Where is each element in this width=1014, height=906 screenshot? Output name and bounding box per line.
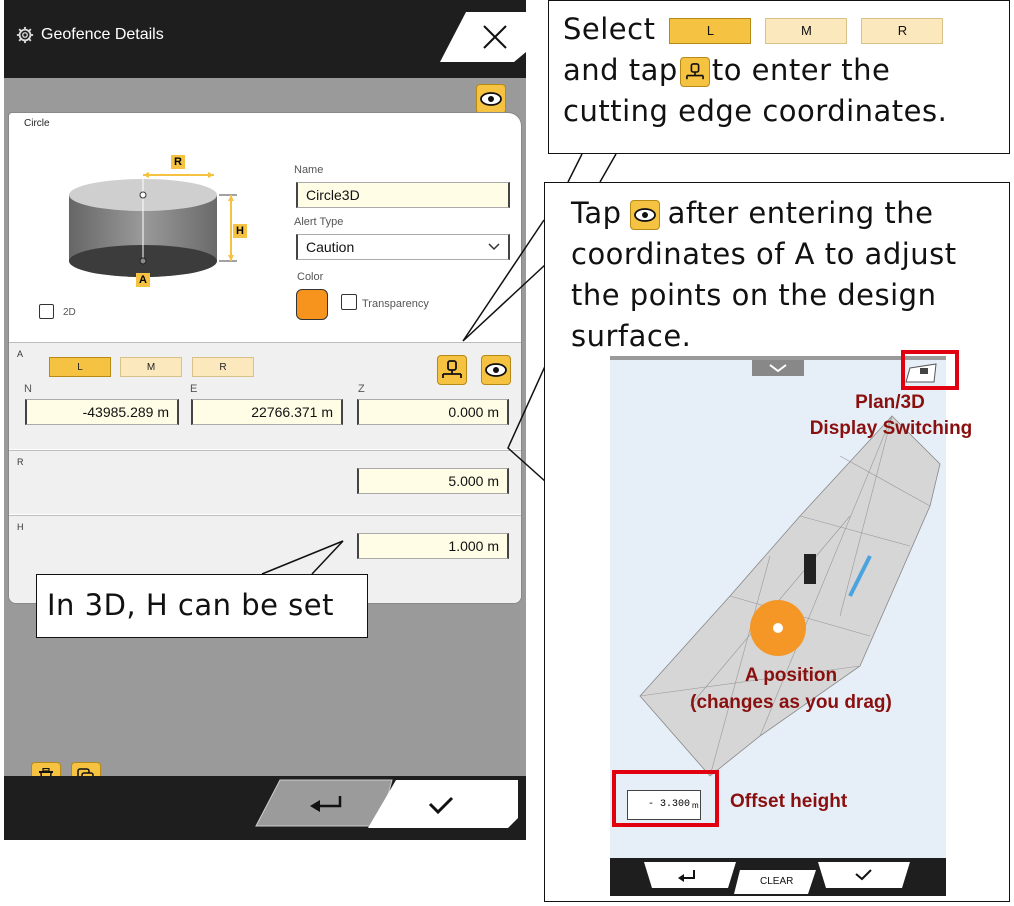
callout1-select: Select xyxy=(563,12,656,46)
back-button[interactable] xyxy=(644,862,736,888)
eye-icon xyxy=(629,200,660,230)
callout2-tap: Tap xyxy=(571,196,622,230)
callout-h-3d: In 3D, H can be set xyxy=(36,574,368,638)
callout1-m: M xyxy=(765,18,848,44)
cutting-edge-icon xyxy=(679,57,710,87)
offset-height-annotation: Offset height xyxy=(730,791,848,812)
callout1-r: R xyxy=(861,18,944,44)
a-position-annotation-line1: A position xyxy=(744,665,838,686)
callout1-tap: and tap xyxy=(563,53,678,87)
offset-height-highlight xyxy=(612,770,719,827)
a-position-annotation-line2: (changes as you drag) xyxy=(690,692,892,713)
callout-select-and-tap: Select L M R and tap to enter the cutting ed… xyxy=(548,0,1010,154)
clear-label: CLEAR xyxy=(760,876,794,887)
plan-3d-highlight xyxy=(901,350,959,390)
plan-3d-annotation-line1: Plan/3D xyxy=(855,392,925,413)
callout2-line1: after entering the xyxy=(667,196,934,230)
machine-icon xyxy=(804,554,816,584)
callout2-line3: the points on the design xyxy=(571,278,937,312)
confirm-button[interactable] xyxy=(818,862,910,888)
callout1-l: L xyxy=(669,18,752,44)
plan-3d-annotation-line2: Display Switching xyxy=(809,418,973,439)
callout2-line2: coordinates of A to adjust xyxy=(571,237,957,271)
callout1-line3: cutting edge coordinates. xyxy=(563,94,948,128)
callout3-text: In 3D, H can be set xyxy=(47,588,334,622)
design-surface-mesh xyxy=(639,415,941,777)
collapse-tab[interactable] xyxy=(752,360,804,376)
callout1-tap-rest: to enter the xyxy=(711,53,891,87)
